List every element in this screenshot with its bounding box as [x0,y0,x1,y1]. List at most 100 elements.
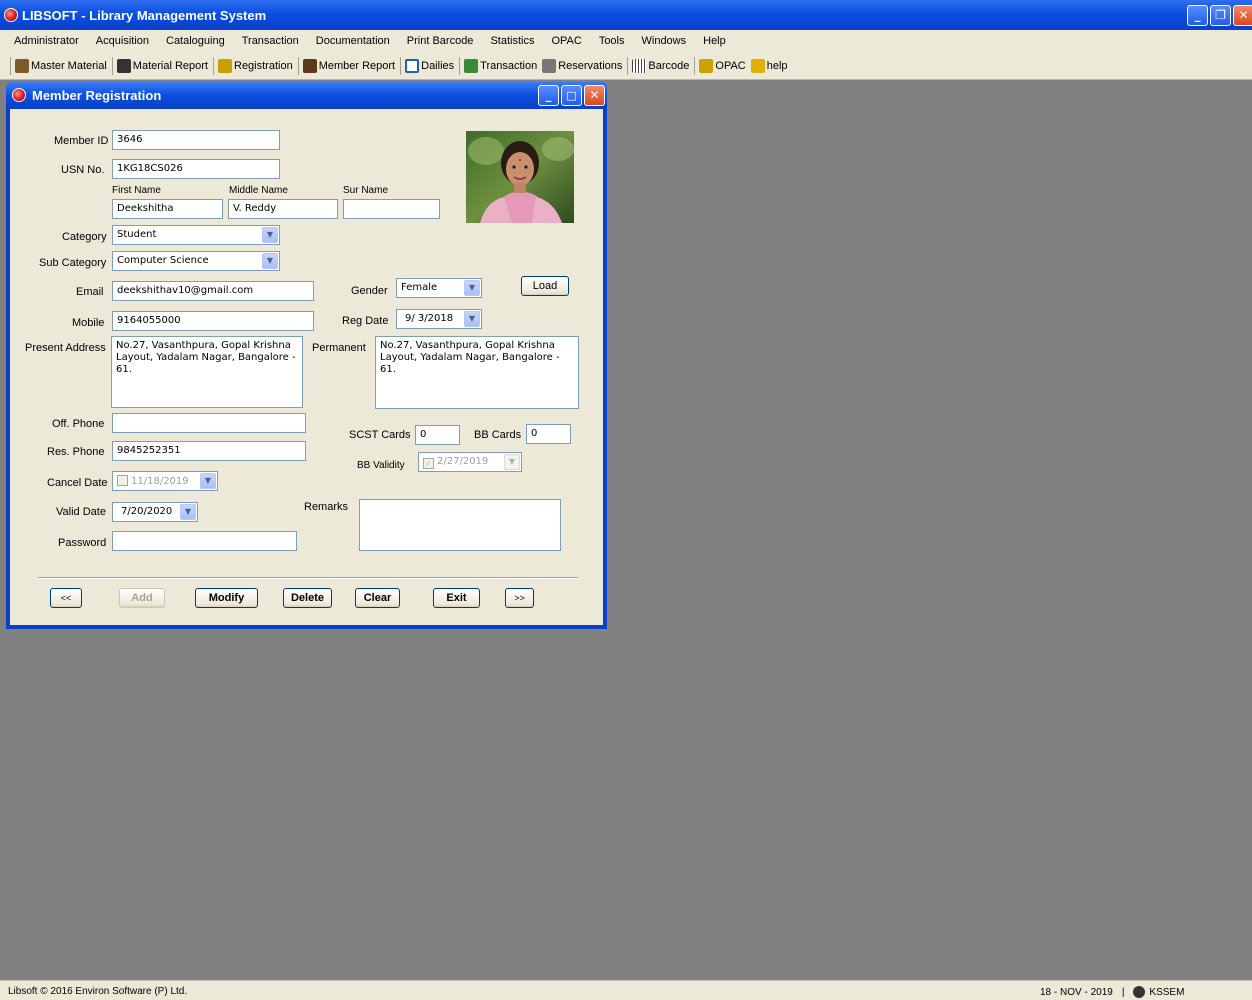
bb-cards-input[interactable]: 0 [526,424,571,444]
add-button[interactable]: Add [119,588,165,608]
valid-date-label: Valid Date [56,506,106,518]
scst-cards-label: SCST Cards [349,429,411,441]
delete-button[interactable]: Delete [283,588,332,608]
child-maximize-button[interactable]: □ [561,85,582,106]
chevron-down-icon[interactable]: ▼ [262,253,278,269]
chevron-down-icon[interactable]: ▼ [200,473,216,489]
menu-cataloguing[interactable]: Cataloguing [166,35,225,47]
mobile-input[interactable]: 9164055000 [112,311,314,331]
permanent-address-textarea[interactable]: No.27, Vasanthpura, Gopal Krishna Layout… [375,336,579,409]
toolbar-separator [111,56,113,75]
cancel-date-checkbox[interactable] [117,475,128,486]
toolbar-member-report[interactable]: Member Report [302,58,395,73]
status-bar: Libsoft © 2016 Environ Software (P) Ltd.… [0,980,1252,1000]
menu-transaction[interactable]: Transaction [242,35,299,47]
status-date: 18 - NOV - 2019 [1040,986,1113,998]
present-address-textarea[interactable]: No.27, Vasanthpura, Gopal Krishna Layout… [111,336,303,408]
member-registration-titlebar: Member Registration _ □ ✕ [6,82,607,109]
menu-print-barcode[interactable]: Print Barcode [407,35,474,47]
minimize-button[interactable]: _ [1187,5,1208,26]
menu-documentation[interactable]: Documentation [316,35,390,47]
bb-validity-checkbox[interactable]: ✓ [423,458,434,469]
clear-button[interactable]: Clear [355,588,400,608]
permanent-address-label: Permanent [312,342,366,354]
toolbar-help[interactable]: help [750,58,788,73]
chevron-down-icon[interactable]: ▼ [504,454,520,470]
sur-name-input[interactable] [343,199,440,219]
books-icon [15,58,29,73]
toolbar-master-material[interactable]: Master Material [15,58,107,73]
chevron-down-icon[interactable]: ▼ [180,504,196,520]
res-phone-input[interactable]: 9845252351 [112,441,306,461]
copyright-text: Libsoft © 2016 Environ Software (P) Ltd. [8,986,188,997]
menu-statistics[interactable]: Statistics [490,35,534,47]
members-icon [302,58,317,73]
password-label: Password [58,537,107,549]
child-minimize-button[interactable]: _ [538,85,559,106]
menu-windows[interactable]: Windows [642,35,687,47]
close-button[interactable]: ✕ [1233,5,1252,26]
menu-tools[interactable]: Tools [599,35,625,47]
bb-validity-picker[interactable]: ✓ 2/27/2019 ▼ [418,452,522,472]
scst-cards-input[interactable]: 0 [415,425,460,445]
chevron-down-icon[interactable]: ▼ [262,227,278,243]
password-input[interactable] [112,531,297,551]
off-phone-input[interactable] [112,413,306,433]
menu-bar: Administrator Acquisition Cataloguing Tr… [0,30,1252,52]
chevron-down-icon[interactable]: ▼ [464,311,480,327]
remarks-label: Remarks [304,501,349,513]
toolbar-material-report[interactable]: Material Report [116,58,208,73]
modify-button[interactable]: Modify [195,588,258,608]
category-select[interactable]: Student ▼ [112,225,280,245]
menu-help[interactable]: Help [703,35,726,47]
restore-button[interactable]: ❐ [1210,5,1231,26]
first-name-label: First Name [112,185,161,196]
member-photo-image [466,131,574,223]
toolbar-separator [297,56,299,75]
toolbar-separator [213,56,214,75]
opac-icon [699,58,714,73]
middle-name-label: Middle Name [229,185,288,196]
window-title: Member Registration [32,88,162,103]
valid-date-picker[interactable]: 7/20/2020 ▼ [112,502,198,522]
toolbar-reservations[interactable]: Reservations [542,58,622,73]
reservations-icon [542,58,557,73]
off-phone-label: Off. Phone [52,418,105,430]
toolbar-barcode[interactable]: Barcode [632,58,689,73]
middle-name-input[interactable]: V. Reddy [228,199,338,219]
toolbar-registration[interactable]: Registration [218,58,293,73]
first-name-input[interactable]: Deekshitha [112,199,223,219]
category-label: Category [62,231,107,243]
app-titlebar: LIBSOFT - Library Management System _ ❐ … [0,0,1252,30]
toolbar-opac[interactable]: OPAC [699,58,746,73]
chevron-down-icon[interactable]: ▼ [464,280,480,296]
cancel-date-picker[interactable]: 11/18/2019 ▼ [112,471,218,491]
load-photo-button[interactable]: Load [521,276,569,296]
cancel-date-label: Cancel Date [47,477,108,489]
menu-administrator[interactable]: Administrator [14,35,79,47]
child-close-button[interactable]: ✕ [584,85,605,106]
member-id-input[interactable]: 3646 [112,130,280,150]
status-user: KSSEM [1149,986,1185,998]
status-right: 18 - NOV - 2019 | KSSEM [1040,986,1184,998]
member-id-label: Member ID [54,135,109,147]
member-photo [466,131,574,223]
next-record-button[interactable]: >> [505,588,534,608]
gender-select[interactable]: Female ▼ [396,278,482,298]
exit-button[interactable]: Exit [433,588,480,608]
menu-acquisition[interactable]: Acquisition [96,35,149,47]
notes-icon [405,58,420,73]
binoculars-icon [116,58,131,73]
usn-input[interactable]: 1KG18CS026 [112,159,280,179]
libsoft-logo-icon [12,88,26,102]
reg-date-picker[interactable]: 9/ 3/2018 ▼ [396,309,482,329]
email-input[interactable]: deekshithav10@gmail.com [112,281,314,301]
usn-label: USN No. [61,164,105,176]
mobile-label: Mobile [72,317,105,329]
sub-category-select[interactable]: Computer Science ▼ [112,251,280,271]
menu-opac[interactable]: OPAC [551,35,581,47]
toolbar-dailies[interactable]: Dailies [405,58,454,73]
previous-record-button[interactable]: << [50,588,82,608]
toolbar-transaction[interactable]: Transaction [464,58,537,73]
remarks-textarea[interactable] [359,499,561,551]
